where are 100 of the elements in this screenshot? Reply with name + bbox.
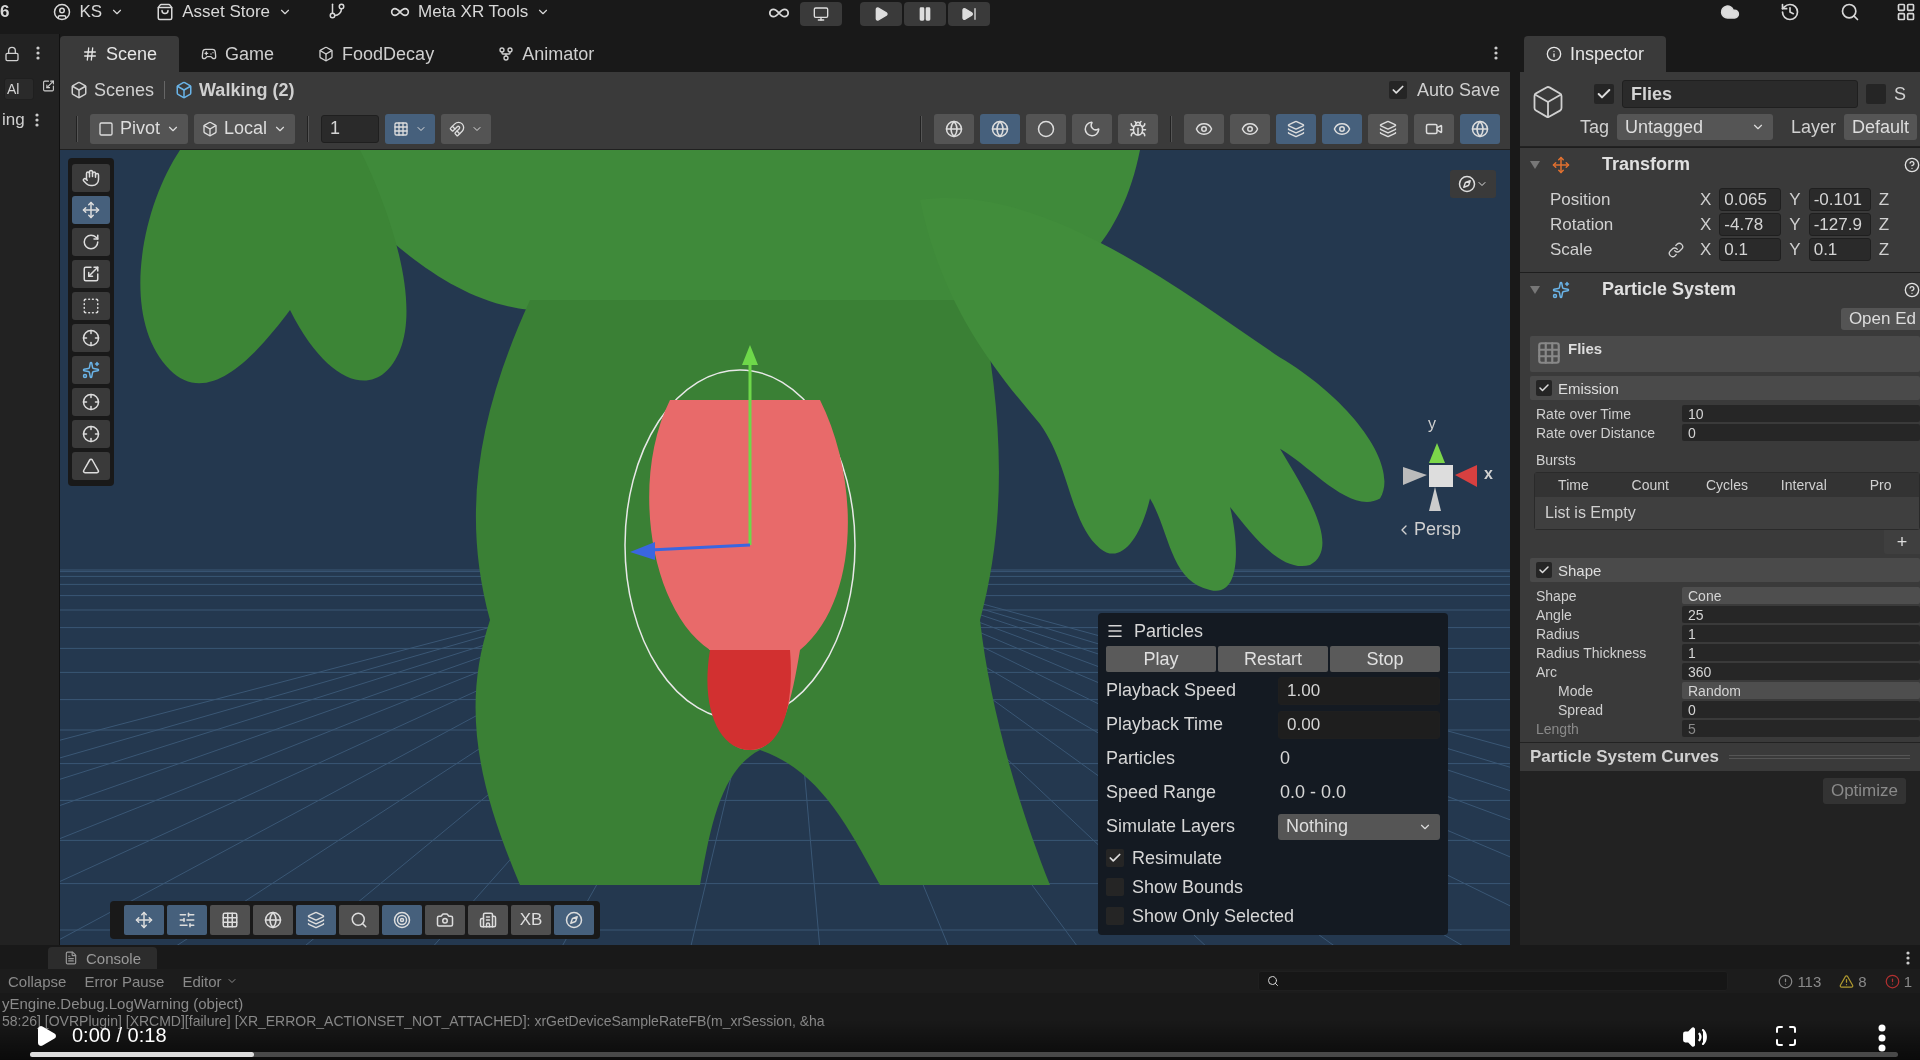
volume-button[interactable]: [1682, 1024, 1708, 1050]
console-button[interactable]: Error Pause: [76, 970, 173, 992]
space-dropdown[interactable]: Local: [194, 113, 296, 144]
input-field[interactable]: 0: [1682, 424, 1920, 441]
module-title[interactable]: Shape: [1558, 561, 1602, 579]
search-field[interactable]: Al: [4, 78, 34, 100]
projection-label[interactable]: Persp: [1414, 519, 1462, 540]
input-field[interactable]: 1.00: [1278, 676, 1440, 705]
overlay-button[interactable]: [554, 905, 594, 935]
more-icon[interactable]: [1906, 951, 1910, 965]
tool-button[interactable]: [72, 260, 110, 288]
breadcrumb-link[interactable]: Walking (2): [175, 79, 295, 101]
account-menu[interactable]: KS: [53, 2, 125, 22]
name-field[interactable]: Flies: [1622, 80, 1858, 108]
pause-button[interactable]: [904, 2, 947, 26]
play-button[interactable]: [860, 2, 903, 26]
input-field[interactable]: -127.9: [1808, 213, 1871, 236]
shading-toggle[interactable]: [980, 113, 1020, 144]
console-tab[interactable]: Console: [48, 947, 158, 969]
device-button[interactable]: [800, 2, 843, 26]
shading-toggle[interactable]: [1072, 113, 1112, 144]
tool-button[interactable]: [72, 388, 110, 416]
input-field[interactable]: 10: [1682, 405, 1920, 422]
dropdown[interactable]: Cone: [1682, 587, 1920, 604]
pivot-dropdown[interactable]: Pivot: [90, 113, 189, 144]
checkbox[interactable]: [1594, 84, 1614, 104]
overlay-button[interactable]: [124, 905, 164, 935]
playback-button[interactable]: Play: [1106, 646, 1216, 672]
tool-button[interactable]: [72, 196, 110, 224]
scene-tab[interactable]: Game: [179, 36, 297, 72]
fullscreen-button[interactable]: [1774, 1024, 1798, 1048]
scene-tab[interactable]: Animator: [476, 36, 617, 72]
view-toggle[interactable]: [1322, 113, 1362, 144]
shading-toggle[interactable]: [934, 113, 974, 144]
overlay-button[interactable]: [339, 905, 379, 935]
overlay-button[interactable]: XB: [511, 905, 551, 935]
xr-tools-menu[interactable]: Meta XR Tools: [390, 2, 551, 22]
input-field[interactable]: 1: [1682, 625, 1920, 642]
more-icon[interactable]: [34, 113, 39, 127]
optimize-button[interactable]: Optimize: [1822, 778, 1906, 804]
snap-toggle[interactable]: [441, 113, 492, 144]
playback-button[interactable]: Stop: [1330, 646, 1440, 672]
input-field[interactable]: 25: [1682, 606, 1920, 623]
shading-toggle[interactable]: [1026, 113, 1066, 144]
checkbox[interactable]: [1536, 380, 1552, 396]
log-count-toggle[interactable]: 113: [1770, 970, 1830, 992]
grid-size-field[interactable]: 1: [321, 114, 380, 143]
overlay-button[interactable]: [167, 905, 207, 935]
view-toggle[interactable]: [1276, 113, 1316, 144]
view-toggle[interactable]: [1460, 113, 1500, 144]
input-field[interactable]: 360: [1682, 663, 1920, 680]
overlay-button[interactable]: [382, 905, 422, 935]
checkbox[interactable]: [1106, 849, 1124, 867]
view-toggle[interactable]: [1184, 113, 1224, 144]
scene-tab[interactable]: FoodDecay: [296, 36, 457, 72]
input-field[interactable]: 0: [1682, 701, 1920, 718]
console-button[interactable]: Collapse: [0, 970, 75, 992]
overlay-button[interactable]: [425, 905, 465, 935]
tool-button[interactable]: [72, 452, 110, 480]
input-field[interactable]: 0.1: [1719, 238, 1782, 261]
view-toggle[interactable]: [1414, 113, 1454, 144]
checkbox[interactable]: [1536, 562, 1552, 578]
scene-tab[interactable]: Scene: [60, 36, 180, 72]
overlay-button[interactable]: [468, 905, 508, 935]
view-toggle[interactable]: [1230, 113, 1270, 144]
more-button[interactable]: [1878, 1024, 1886, 1052]
breadcrumb-link[interactable]: Scenes: [70, 79, 155, 101]
dropdown[interactable]: Random: [1682, 682, 1920, 699]
orientation-button[interactable]: [1450, 170, 1496, 198]
input-field[interactable]: 0.00: [1278, 710, 1440, 739]
tool-button[interactable]: [72, 228, 110, 256]
input-field[interactable]: 0.065: [1719, 188, 1782, 211]
overlay-button[interactable]: [210, 905, 250, 935]
layer-dropdown[interactable]: Default: [1844, 114, 1918, 140]
scene-viewport[interactable]: XB Particles Play Restart Stop Playback Speed 1.00 Playback Time 0.00 Particles 0 Speed Range 0.0 - 0.0 Simulate Layers Nothing Resimulate Show Bounds Show Only Selected y x Persp: [60, 150, 1510, 945]
asset-store-menu[interactable]: Asset Store: [156, 2, 293, 22]
overlay-button[interactable]: [253, 905, 293, 935]
snap-toggle[interactable]: [385, 113, 436, 144]
shading-toggle[interactable]: [1118, 113, 1158, 144]
more-icon[interactable]: [1494, 46, 1498, 60]
foldout-arrow-icon[interactable]: [1530, 284, 1540, 295]
input-field[interactable]: -4.78: [1719, 213, 1782, 236]
inspector-tab[interactable]: Inspector: [1524, 36, 1667, 72]
playback-button[interactable]: Restart: [1218, 646, 1328, 672]
add-button[interactable]: +: [1884, 530, 1920, 554]
editor-dropdown[interactable]: Editor: [174, 970, 246, 992]
view-toggle[interactable]: [1368, 113, 1408, 144]
input-field[interactable]: 0.1: [1808, 238, 1871, 261]
foldout-arrow-icon[interactable]: [1530, 159, 1540, 170]
checkbox[interactable]: [1388, 81, 1407, 99]
input-field[interactable]: -0.101: [1808, 188, 1871, 211]
overlay-button[interactable]: [296, 905, 336, 935]
layers-dropdown[interactable]: Nothing: [1278, 813, 1440, 840]
tool-button[interactable]: [72, 356, 110, 384]
tool-button[interactable]: [72, 164, 110, 192]
log-count-toggle[interactable]: 1: [1876, 970, 1920, 992]
tool-button[interactable]: [72, 324, 110, 352]
log-count-toggle[interactable]: 8: [1831, 970, 1875, 992]
search-field[interactable]: [1258, 971, 1729, 991]
input-field[interactable]: 1: [1682, 644, 1920, 661]
